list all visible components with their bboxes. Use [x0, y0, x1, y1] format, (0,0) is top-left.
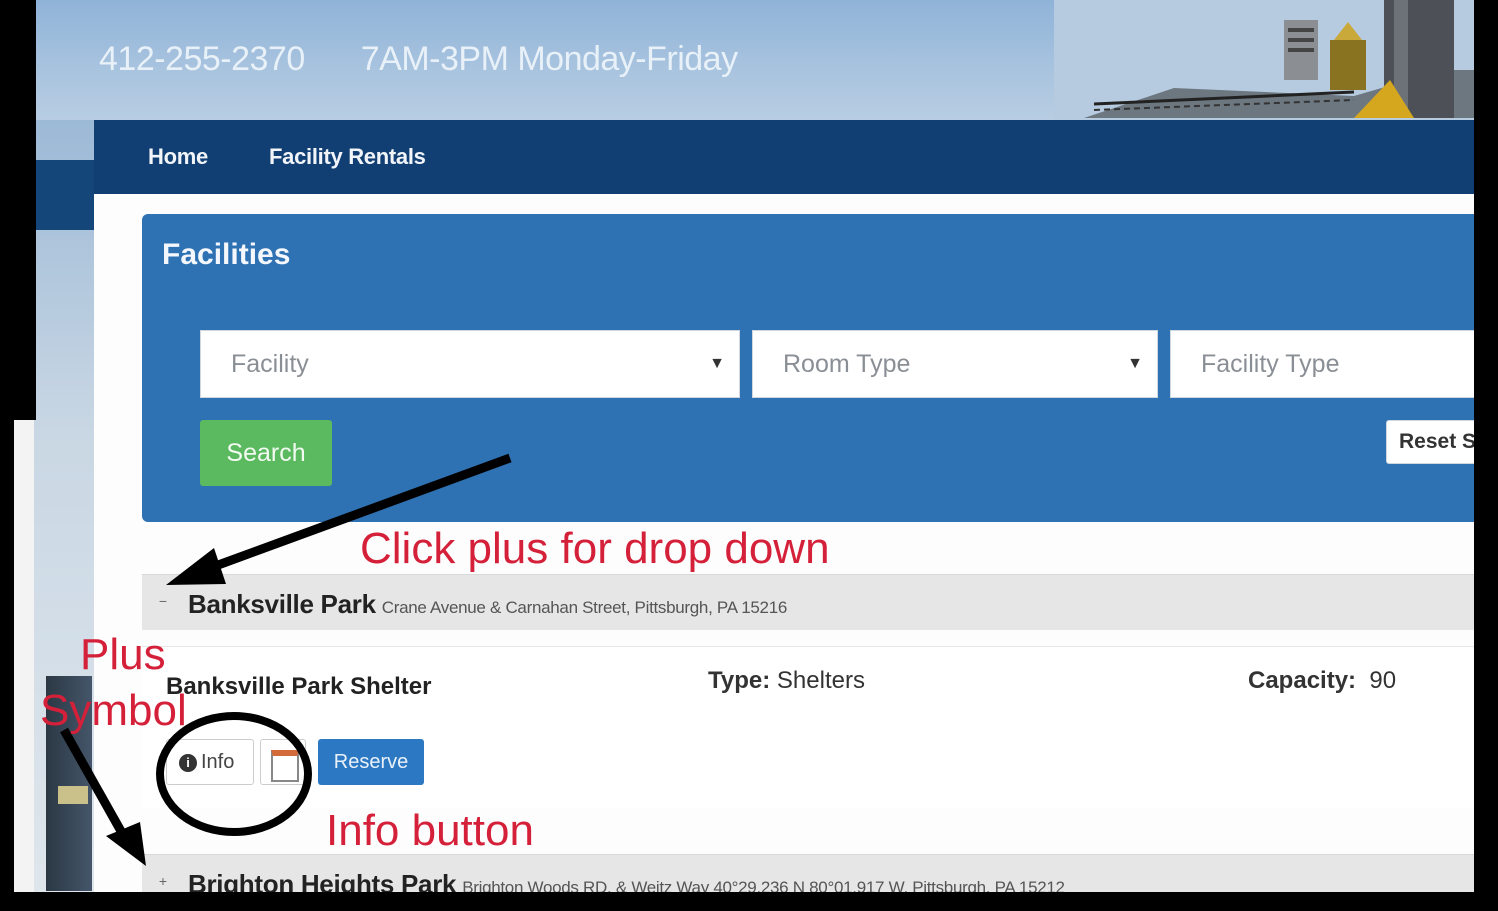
facility-type-select-value: Facility Type: [1201, 350, 1340, 378]
plus-toggle-icon[interactable]: +: [156, 874, 170, 889]
park-name: Banksville Park Crane Avenue & Carnahan S…: [188, 589, 787, 620]
stage: 412-255-2370 7AM-3PM Monday-Friday Home …: [0, 0, 1498, 911]
office-hours: 7AM-3PM Monday-Friday: [360, 40, 738, 78]
contact-info: 412-255-2370 7AM-3PM Monday-Friday: [99, 40, 738, 79]
facilities-panel: Facilities Facility ▼ Room Type ▼ Facili…: [142, 214, 1474, 522]
facility-capacity: Capacity: 90: [1248, 667, 1396, 695]
phone-number[interactable]: 412-255-2370: [99, 40, 305, 79]
search-button[interactable]: Search: [200, 420, 332, 486]
capacity-label: Capacity:: [1248, 667, 1357, 694]
room-type-select[interactable]: Room Type ▼: [752, 330, 1158, 398]
info-button[interactable]: i Info: [166, 739, 254, 785]
nav-home[interactable]: Home: [148, 144, 208, 170]
frame-right: [1474, 0, 1498, 911]
frame-bottom: [0, 892, 1498, 911]
info-label: Info: [201, 751, 235, 773]
type-label: Type:: [708, 667, 771, 694]
screenshot: 412-255-2370 7AM-3PM Monday-Friday Home …: [12, 0, 1474, 892]
info-circle-icon: i: [179, 754, 197, 772]
caret-down-icon: ▼: [1127, 355, 1143, 372]
facility-select-value: Facility: [231, 350, 309, 378]
park-name-text: Banksville Park: [188, 589, 376, 619]
nav-edge: [34, 160, 94, 230]
room-type-select-value: Room Type: [783, 350, 911, 378]
frame-left-top: [0, 0, 36, 420]
nav-facility-rentals[interactable]: Facility Rentals: [269, 144, 426, 170]
skyline-image: [1054, 0, 1474, 120]
capacity-value: 90: [1369, 667, 1397, 694]
facility-type: Type: Shelters: [708, 667, 865, 695]
minus-toggle-icon[interactable]: −: [156, 594, 170, 609]
calendar-icon[interactable]: [260, 739, 306, 785]
park-row-banksville: − Banksville Park Crane Avenue & Carnahan…: [142, 574, 1474, 630]
reset-search-button[interactable]: Reset Se: [1386, 420, 1474, 464]
annotation-plus: Plus: [80, 630, 166, 679]
facility-row: Banksville Park Shelter Type: Shelters C…: [142, 646, 1474, 808]
top-header: 412-255-2370 7AM-3PM Monday-Friday: [34, 0, 1474, 120]
park-address: Brighton Woods RD. & Weitz Way 40°29.236…: [462, 878, 1065, 892]
reserve-button[interactable]: Reserve: [318, 739, 424, 785]
annotation-info-button: Info button: [326, 806, 534, 855]
facility-type-select[interactable]: Facility Type: [1170, 330, 1474, 398]
main-nav: Home Facility Rentals: [94, 120, 1474, 194]
facility-select[interactable]: Facility ▼: [200, 330, 740, 398]
park-name-text: Brighton Heights Park: [188, 869, 457, 892]
park-name: Brighton Heights Park Brighton Woods RD. …: [188, 869, 1065, 892]
frame-left-bottom: [0, 420, 14, 911]
park-address: Crane Avenue & Carnahan Street, Pittsbur…: [381, 598, 788, 617]
panel-title: Facilities: [162, 238, 291, 271]
type-value: Shelters: [776, 667, 865, 694]
annotation-click-plus: Click plus for drop down: [360, 524, 830, 573]
annotation-symbol: Symbol: [40, 686, 187, 735]
park-row-brighton-heights: + Brighton Heights Park Brighton Woods RD…: [142, 854, 1474, 892]
facility-name: Banksville Park Shelter: [166, 673, 432, 700]
caret-down-icon: ▼: [709, 355, 725, 372]
